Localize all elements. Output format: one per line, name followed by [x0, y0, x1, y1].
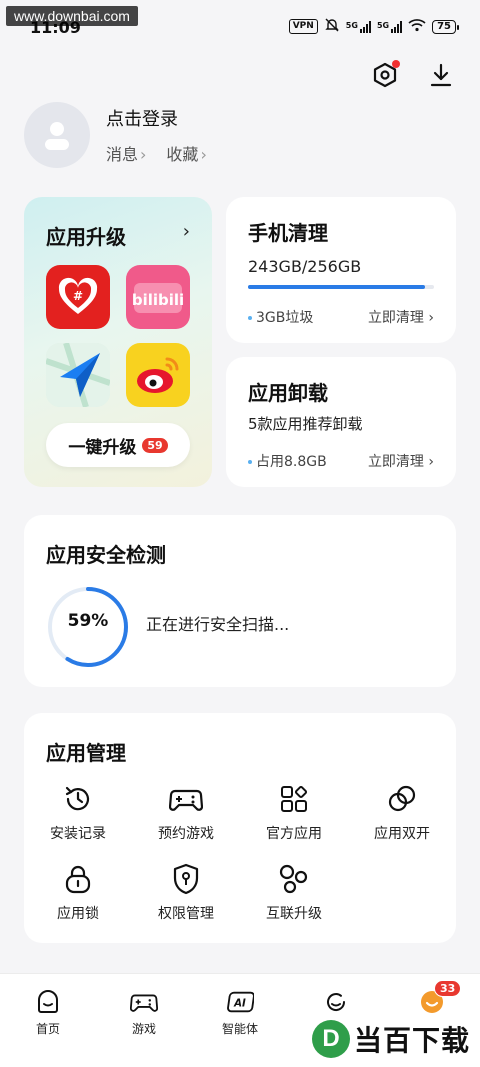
uninstall-usage: 占用8.8GB [248, 451, 327, 471]
uninstall-recommendation: 5款应用推荐卸载 [248, 415, 363, 433]
uninstall-clean-link[interactable]: 立即清理 › [368, 451, 434, 471]
manage-grid: 安装记录 预约游戏 官方应用 应用双开 应用锁 权限管理 互联升级 [24, 781, 456, 923]
storage-progress-bar [248, 285, 434, 289]
gamepad-icon [130, 994, 158, 1012]
upgrade-app-grid: # bilibili [46, 265, 190, 407]
official-apps-item[interactable]: 官方应用 [240, 781, 348, 843]
watermark: www.downbai.com [6, 6, 138, 26]
brand-text: 当百下载 [353, 1024, 470, 1057]
security-scan-card[interactable]: 应用安全检测 59% 正在进行安全扫描... [24, 515, 456, 687]
battery-indicator: 75 [432, 19, 459, 34]
app-uninstall-title: 应用卸载 [248, 381, 328, 405]
reserve-games-item[interactable]: 预约游戏 [132, 781, 240, 843]
home-icon [38, 990, 58, 1013]
status-icons: VPN 5G 5G 75 [288, 18, 459, 35]
brand-logo: D [311, 1020, 350, 1058]
security-scan-title: 应用安全检测 [46, 543, 166, 567]
maps-icon[interactable] [46, 343, 110, 407]
login-link[interactable]: 点击登录 [106, 105, 207, 131]
nav-games[interactable]: 游戏 [96, 974, 192, 1067]
profile-section[interactable]: 点击登录 消息 › 收藏 › [24, 102, 207, 168]
permission-manage-item[interactable]: 权限管理 [132, 861, 240, 923]
dual-app-item[interactable]: 应用双开 [348, 781, 456, 843]
apps-grid-icon [281, 785, 308, 812]
nav-home[interactable]: 首页 [0, 974, 96, 1067]
scan-progress-label: 59% [67, 611, 109, 631]
notification-dot [392, 60, 400, 68]
install-history-item[interactable]: 安装记录 [24, 781, 132, 843]
gamepad-icon [169, 789, 203, 811]
junk-size: 3GB垃圾 [248, 307, 313, 327]
app-manage-title: 应用管理 [46, 741, 126, 765]
app-uninstall-card[interactable]: 应用卸载 5款应用推荐卸载 占用8.8GB 立即清理 › [226, 357, 456, 487]
storage-usage: 243GB/256GB [248, 257, 362, 276]
upgrade-all-button[interactable]: 一键升级 59 [46, 423, 190, 467]
app-lock-item[interactable]: 应用锁 [24, 861, 132, 923]
settings-button[interactable] [370, 60, 400, 90]
upgrade-count-badge: 59 [142, 437, 168, 453]
dual-app-icon [388, 785, 416, 812]
download-icon [430, 63, 452, 87]
phone-clean-title: 手机清理 [248, 221, 328, 245]
clean-now-link[interactable]: 立即清理 › [368, 307, 434, 327]
avatar[interactable] [24, 102, 90, 168]
chevron-right-icon[interactable]: › [183, 221, 190, 242]
signal-icon-1: 5G [346, 20, 371, 33]
download-button[interactable] [426, 60, 456, 90]
ai-icon: AI [227, 991, 254, 1013]
history-icon [65, 786, 90, 811]
favorites-link[interactable]: 收藏 › [166, 141, 206, 165]
storage-progress-fill [248, 285, 425, 289]
connected-icon [279, 864, 308, 894]
app-upgrade-card[interactable]: 应用升级 › # bilibili 一键升级 59 [24, 197, 212, 487]
chevron-right-icon: › [140, 145, 147, 164]
shield-permission-icon [173, 863, 199, 895]
connected-upgrade-item[interactable]: 互联升级 [240, 861, 348, 923]
mute-icon [324, 18, 340, 35]
me-badge: 33 [434, 980, 462, 997]
chevron-right-icon: › [428, 310, 434, 326]
nav-agent[interactable]: AI 智能体 [192, 974, 288, 1067]
brand-watermark: D 当百下载 [311, 1019, 470, 1059]
svg-text:#: # [73, 289, 83, 303]
bilibili-icon[interactable]: bilibili [126, 265, 190, 329]
svg-text:AI: AI [233, 998, 246, 1010]
weibo-icon[interactable] [126, 343, 190, 407]
wifi-icon [408, 18, 426, 35]
app-manage-card: 应用管理 安装记录 预约游戏 官方应用 应用双开 应用锁 权限管理 互联升级 [24, 713, 456, 943]
scan-status: 正在进行安全扫描... [146, 615, 290, 634]
bilibili-label: bilibili [132, 291, 184, 309]
messages-link[interactable]: 消息 › [106, 141, 146, 165]
signal-icon-2: 5G [377, 20, 403, 33]
chevron-right-icon: › [428, 454, 434, 470]
pinduoduo-icon[interactable]: # [46, 265, 110, 329]
top-actions [370, 60, 456, 90]
app-upgrade-title: 应用升级 [46, 225, 126, 249]
refresh-icon [327, 993, 346, 1011]
chevron-right-icon: › [200, 145, 207, 164]
user-icon [45, 122, 69, 150]
vpn-badge: VPN [288, 19, 318, 34]
lock-icon [65, 865, 91, 894]
phone-clean-card[interactable]: 手机清理 243GB/256GB 3GB垃圾 立即清理 › [226, 197, 456, 343]
